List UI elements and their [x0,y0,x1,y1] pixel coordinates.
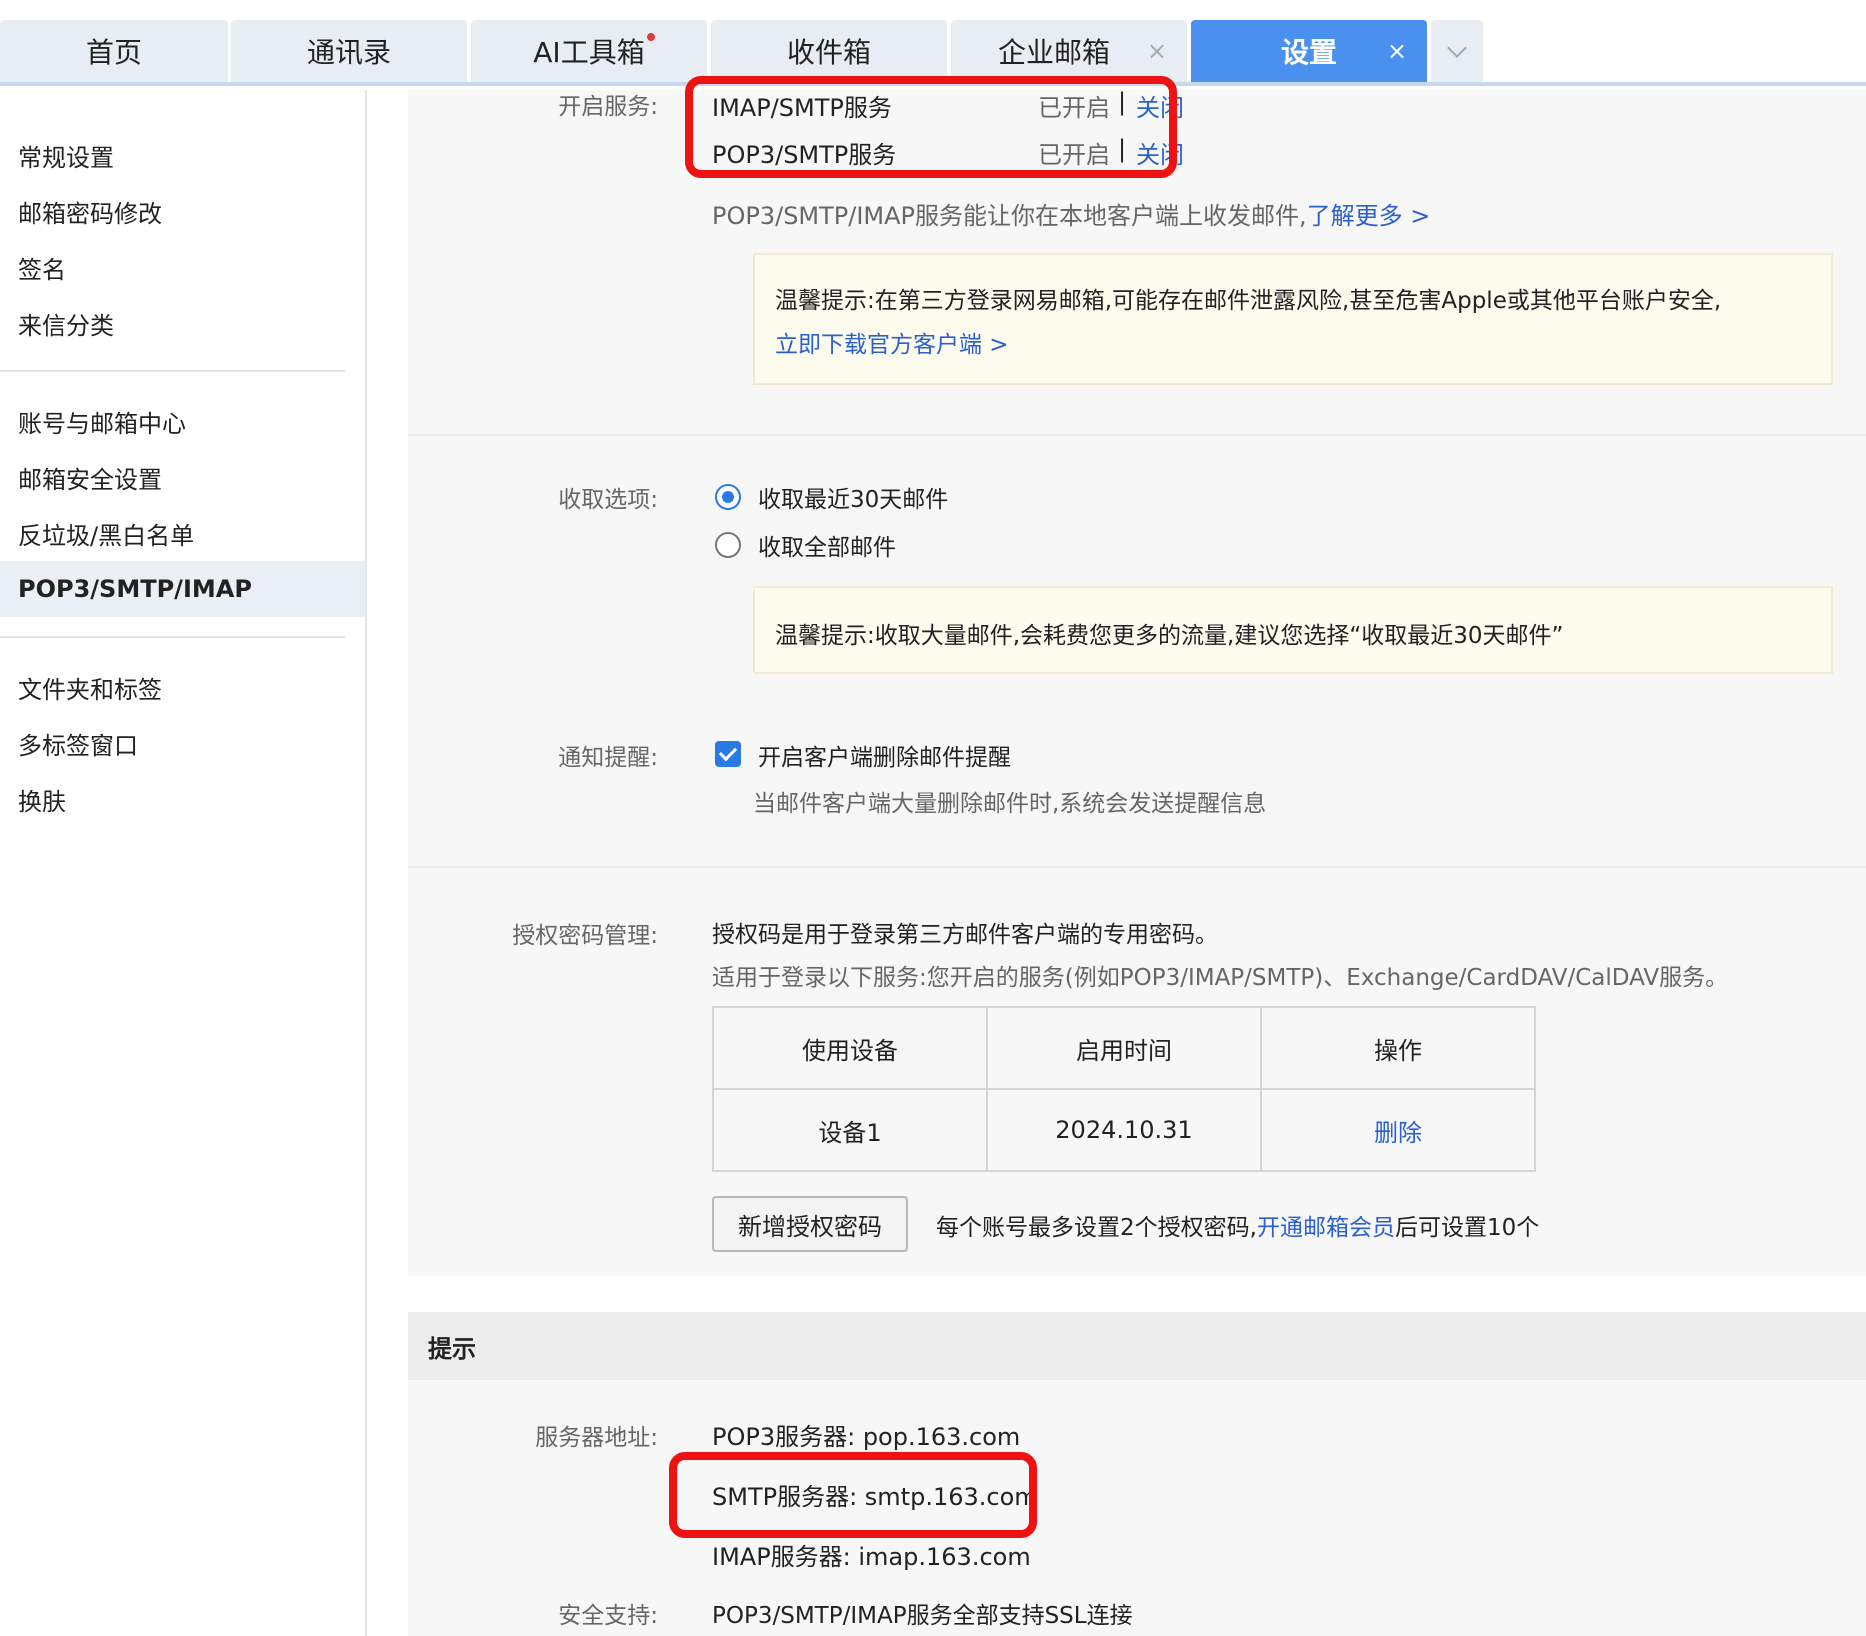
delete-alert-desc: 当邮件客户端大量删除邮件时,系统会发送提醒信息 [753,791,1267,817]
auth-note: 每个账号最多设置2个授权密码,开通邮箱会员后可设置10个 [936,1208,1539,1242]
delete-device-link[interactable]: 删除 [1260,1088,1536,1172]
sidebar-item-pop3-smtp-imap[interactable]: POP3/SMTP/IMAP [0,561,365,617]
fetch-tip-text: 温馨提示:收取大量邮件,会耗费您更多的流量,建议您选择“收取最近30天邮件” [775,623,1564,649]
tab-settings[interactable]: 设置 × [1191,20,1427,82]
table-cell-device: 设备1 [712,1088,988,1172]
notify-label: 通知提醒: [558,745,658,771]
auth-devices-table: 使用设备 启用时间 操作 设备1 2024.10.31 删除 [712,1006,1536,1172]
fetch-label: 收取选项: [558,487,658,513]
auth-label: 授权密码管理: [512,923,658,949]
sidebar-item-antispam[interactable]: 反垃圾/黑白名单 [0,505,365,561]
sidebar-item-account-center[interactable]: 账号与邮箱中心 [0,393,365,449]
table-cell-time: 2024.10.31 [986,1088,1262,1172]
tab-label: 企业邮箱 [997,36,1110,69]
tab-inbox[interactable]: 收件箱 [711,20,947,82]
security-support-text: POP3/SMTP/IMAP服务全部支持SSL连接 [712,1603,1133,1629]
table-row: 设备1 2024.10.31 删除 [712,1088,1536,1172]
sidebar-item-multi-tab[interactable]: 多标签窗口 [0,715,365,771]
radio-all-mail-label: 收取全部邮件 [758,535,896,561]
sidebar-item-signature[interactable]: 签名 [0,239,365,295]
server-address-label: 服务器地址: [535,1425,658,1451]
settings-sidebar: 常规设置 邮箱密码修改 签名 来信分类 账号与邮箱中心 邮箱安全设置 反垃圾/黑… [0,90,367,1636]
hint-section-header: 提示 [408,1312,1866,1380]
sidebar-item-security[interactable]: 邮箱安全设置 [0,449,365,505]
services-desc-text: POP3/SMTP/IMAP服务能让你在本地客户端上收发邮件, [712,202,1307,230]
auth-panel: 授权密码管理: 授权码是用于登录第三方邮件客户端的专用密码。 适用于登录以下服务… [408,868,1866,1276]
tab-label-wrap: AI工具箱 [533,31,655,71]
more-tabs-button[interactable] [1431,20,1483,82]
sidebar-item-mail-classify[interactable]: 来信分类 [0,295,365,351]
auth-note-prefix: 每个账号最多设置2个授权密码, [936,1215,1257,1241]
tab-contacts[interactable]: 通讯录 [231,20,467,82]
sidebar-item-password[interactable]: 邮箱密码修改 [0,183,365,239]
services-tip-box: 温馨提示:在第三方登录网易邮箱,可能存在邮件泄露风险,甚至危害Apple或其他平… [753,253,1833,385]
services-description: POP3/SMTP/IMAP服务能让你在本地客户端上收发邮件,了解更多 > [712,196,1430,231]
tab-home[interactable]: 首页 [0,20,228,82]
open-vip-link[interactable]: 开通邮箱会员 [1257,1215,1395,1241]
services-label: 开启服务: [558,94,658,120]
tab-label: 设置 [1280,36,1337,69]
radio-all-mail[interactable] [715,532,741,558]
table-header-time: 启用时间 [986,1006,1262,1090]
chevron-down-icon [1447,38,1467,58]
close-icon[interactable]: × [1387,37,1407,65]
auth-line2: 适用于登录以下服务:您开启的服务(例如POP3/IMAP/SMTP)、Excha… [712,965,1729,991]
highlight-services-box [685,76,1177,178]
notification-dot-icon [646,33,655,41]
tab-label: 首页 [85,36,142,69]
learn-more-link[interactable]: 了解更多 > [1307,202,1431,230]
pop3-server: POP3服务器: pop.163.com [712,1423,1021,1451]
highlight-smtp-box [669,1452,1037,1538]
security-support-label: 安全支持: [558,1603,658,1629]
sidebar-item-skin[interactable]: 换肤 [0,771,365,827]
table-header-action: 操作 [1260,1006,1536,1090]
table-header-device: 使用设备 [712,1006,988,1090]
close-icon[interactable]: × [1147,37,1167,65]
tab-label: AI工具箱 [533,36,645,69]
sidebar-divider [0,370,345,372]
auth-note-suffix: 后可设置10个 [1394,1215,1540,1241]
services-tip-text: 温馨提示:在第三方登录网易邮箱,可能存在邮件泄露风险,甚至危害Apple或其他平… [775,288,1722,314]
radio-recent-30-days[interactable] [715,484,741,510]
add-auth-code-button[interactable]: 新增授权密码 [712,1196,908,1252]
imap-server: IMAP服务器: imap.163.com [712,1543,1031,1571]
tab-label: 通讯录 [306,36,391,69]
settings-main: 开启服务: IMAP/SMTP服务 已开启 | 关闭 POP3/SMTP服务 已… [367,76,1866,1636]
table-header-row: 使用设备 启用时间 操作 [712,1006,1536,1090]
delete-alert-checkbox-label: 开启客户端删除邮件提醒 [758,745,1011,771]
sidebar-item-general[interactable]: 常规设置 [0,127,365,183]
download-client-link[interactable]: 立即下载官方客户端 > [775,325,1009,359]
tab-bar: 首页 通讯录 AI工具箱 收件箱 企业邮箱 × 设置 × [0,0,1866,86]
tab-enterprise-mail[interactable]: 企业邮箱 × [951,20,1187,82]
auth-line1: 授权码是用于登录第三方邮件客户端的专用密码。 [712,922,1218,948]
hint-panel: 服务器地址: POP3服务器: pop.163.com SMTP服务器: smt… [408,1380,1866,1636]
tab-label: 收件箱 [786,36,871,69]
fetch-tip-box: 温馨提示:收取大量邮件,会耗费您更多的流量,建议您选择“收取最近30天邮件” [753,586,1833,674]
sidebar-divider [0,636,345,638]
delete-alert-checkbox[interactable] [715,741,741,767]
fetch-panel: 收取选项: 收取最近30天邮件 收取全部邮件 温馨提示:收取大量邮件,会耗费您更… [408,436,1866,866]
radio-recent-30-days-label: 收取最近30天邮件 [758,487,949,513]
tab-ai-toolbox[interactable]: AI工具箱 [471,20,707,82]
sidebar-item-folders[interactable]: 文件夹和标签 [0,659,365,715]
